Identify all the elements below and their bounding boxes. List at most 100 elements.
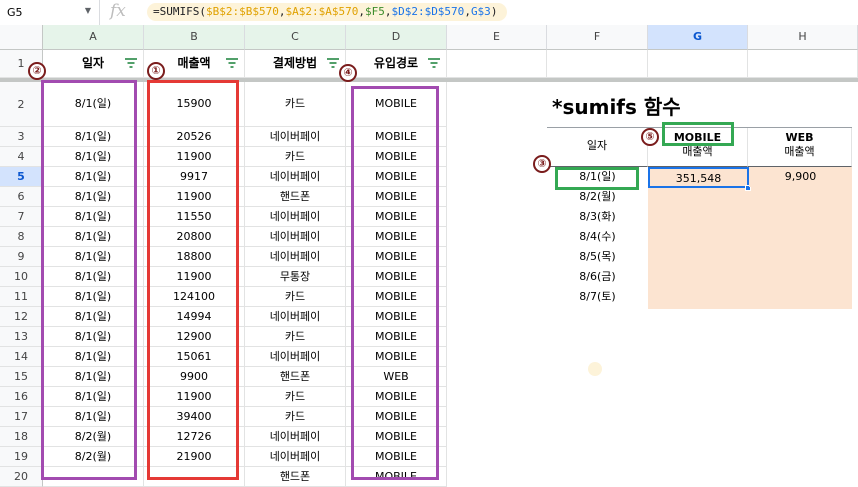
data-cell[interactable]: 카드 [245,147,346,167]
column-header-h[interactable]: H [748,25,858,50]
header-empty-cell[interactable] [648,50,748,78]
data-cell[interactable]: 네이버페이 [245,227,346,247]
data-cell[interactable]: 핸드폰 [245,467,346,487]
data-cell[interactable]: 9900 [144,367,245,387]
column-header-b[interactable]: B [144,25,245,50]
data-cell[interactable]: MOBILE [346,127,447,147]
data-cell[interactable]: 카드 [245,407,346,427]
row-header-20[interactable]: 20 [0,467,43,487]
data-cell[interactable]: MOBILE [346,387,447,407]
data-cell[interactable]: 8/1(일) [43,147,144,167]
header-cell-payment[interactable]: 결제방법 [245,50,346,78]
data-cell[interactable]: 8/2(월) [43,447,144,467]
data-cell[interactable]: 11900 [144,147,245,167]
header-cell-date[interactable]: 일자 [43,50,144,78]
data-cell[interactable]: 네이버페이 [245,247,346,267]
data-cell[interactable]: 네이버페이 [245,307,346,327]
row-header-7[interactable]: 7 [0,207,43,227]
data-cell[interactable]: 21900 [144,447,245,467]
data-cell[interactable]: 12900 [144,327,245,347]
row-header-16[interactable]: 16 [0,387,43,407]
header-empty-cell[interactable] [547,50,648,78]
data-cell[interactable]: 124100 [144,287,245,307]
data-cell[interactable]: 12726 [144,427,245,447]
header-cell-channel[interactable]: 유입경로 [346,50,447,78]
data-cell[interactable]: 20800 [144,227,245,247]
data-cell[interactable]: MOBILE [346,82,447,127]
data-cell[interactable]: 8/1(일) [43,327,144,347]
filter-icon[interactable] [327,58,339,68]
data-cell[interactable]: 8/1(일) [43,287,144,307]
summary-date-cell[interactable]: 8/7(토) [547,287,648,307]
select-all-corner[interactable] [0,25,43,50]
row-header-15[interactable]: 15 [0,367,43,387]
summary-date-cell[interactable]: 8/3(화) [547,207,648,227]
data-cell[interactable]: 네이버페이 [245,347,346,367]
data-cell[interactable]: 11900 [144,387,245,407]
data-cell[interactable]: 8/1(일) [43,407,144,427]
data-cell[interactable]: 8/1(일) [43,227,144,247]
data-cell[interactable]: 20526 [144,127,245,147]
data-cell[interactable]: WEB [346,367,447,387]
data-cell[interactable]: MOBILE [346,167,447,187]
row-header-17[interactable]: 17 [0,407,43,427]
row-header-9[interactable]: 9 [0,247,43,267]
name-box[interactable]: G5 ▼ [0,0,100,25]
data-cell[interactable]: 8/1(일) [43,247,144,267]
data-cell[interactable]: 8/1(일) [43,127,144,147]
header-empty-cell[interactable] [447,50,547,78]
column-header-c[interactable]: C [245,25,346,50]
summary-date-cell[interactable]: 8/1(일) [547,167,648,187]
data-cell[interactable]: MOBILE [346,207,447,227]
data-cell[interactable]: 11550 [144,207,245,227]
row-header-11[interactable]: 11 [0,287,43,307]
row-header-19[interactable]: 19 [0,447,43,467]
data-cell[interactable]: MOBILE [346,467,447,487]
data-cell[interactable]: 11900 [144,267,245,287]
summary-date-cell[interactable]: 8/4(수) [547,227,648,247]
column-header-d[interactable]: D [346,25,447,50]
data-cell[interactable]: 8/1(일) [43,307,144,327]
data-cell[interactable]: 카드 [245,287,346,307]
row-header-2[interactable]: 2 [0,82,43,127]
data-cell[interactable]: MOBILE [346,267,447,287]
data-cell[interactable]: 네이버페이 [245,207,346,227]
data-cell[interactable]: 8/2(월) [43,427,144,447]
row-header-3[interactable]: 3 [0,127,43,147]
data-cell[interactable]: 카드 [245,327,346,347]
data-cell[interactable]: 8/1(일) [43,207,144,227]
data-cell[interactable]: MOBILE [346,147,447,167]
data-cell[interactable]: MOBILE [346,187,447,207]
column-header-e[interactable]: E [447,25,547,50]
name-box-dropdown-icon[interactable]: ▼ [85,6,91,15]
data-cell[interactable]: MOBILE [346,427,447,447]
row-header-6[interactable]: 6 [0,187,43,207]
data-cell[interactable]: MOBILE [346,447,447,467]
data-cell[interactable]: MOBILE [346,347,447,367]
formula-input[interactable]: =SUMIFS($B$2:$B$570,$A$2:$A$570,$F5,$D$2… [147,3,508,21]
data-cell[interactable]: MOBILE [346,287,447,307]
summary-date-cell[interactable]: 8/6(금) [547,267,648,287]
row-header-8[interactable]: 8 [0,227,43,247]
summary-date-cell[interactable]: 8/2(월) [547,187,648,207]
data-cell[interactable] [43,467,144,487]
data-cell[interactable]: 네이버페이 [245,167,346,187]
summary-date-cell[interactable]: 8/5(목) [547,247,648,267]
row-header-4[interactable]: 4 [0,147,43,167]
data-cell[interactable]: 11900 [144,187,245,207]
row-header-5[interactable]: 5 [0,167,43,187]
data-cell[interactable]: 무통장 [245,267,346,287]
data-cell[interactable]: 9917 [144,167,245,187]
filter-icon[interactable] [125,58,137,68]
column-header-g[interactable]: G [648,25,748,50]
data-cell[interactable]: MOBILE [346,327,447,347]
data-cell[interactable]: 8/1(일) [43,82,144,127]
data-cell[interactable]: MOBILE [346,307,447,327]
data-cell[interactable]: 18800 [144,247,245,267]
data-cell[interactable]: 8/1(일) [43,167,144,187]
data-cell[interactable]: 15061 [144,347,245,367]
data-cell[interactable]: 8/1(일) [43,267,144,287]
data-cell[interactable]: 핸드폰 [245,187,346,207]
data-cell[interactable]: 카드 [245,82,346,127]
column-header-a[interactable]: A [43,25,144,50]
